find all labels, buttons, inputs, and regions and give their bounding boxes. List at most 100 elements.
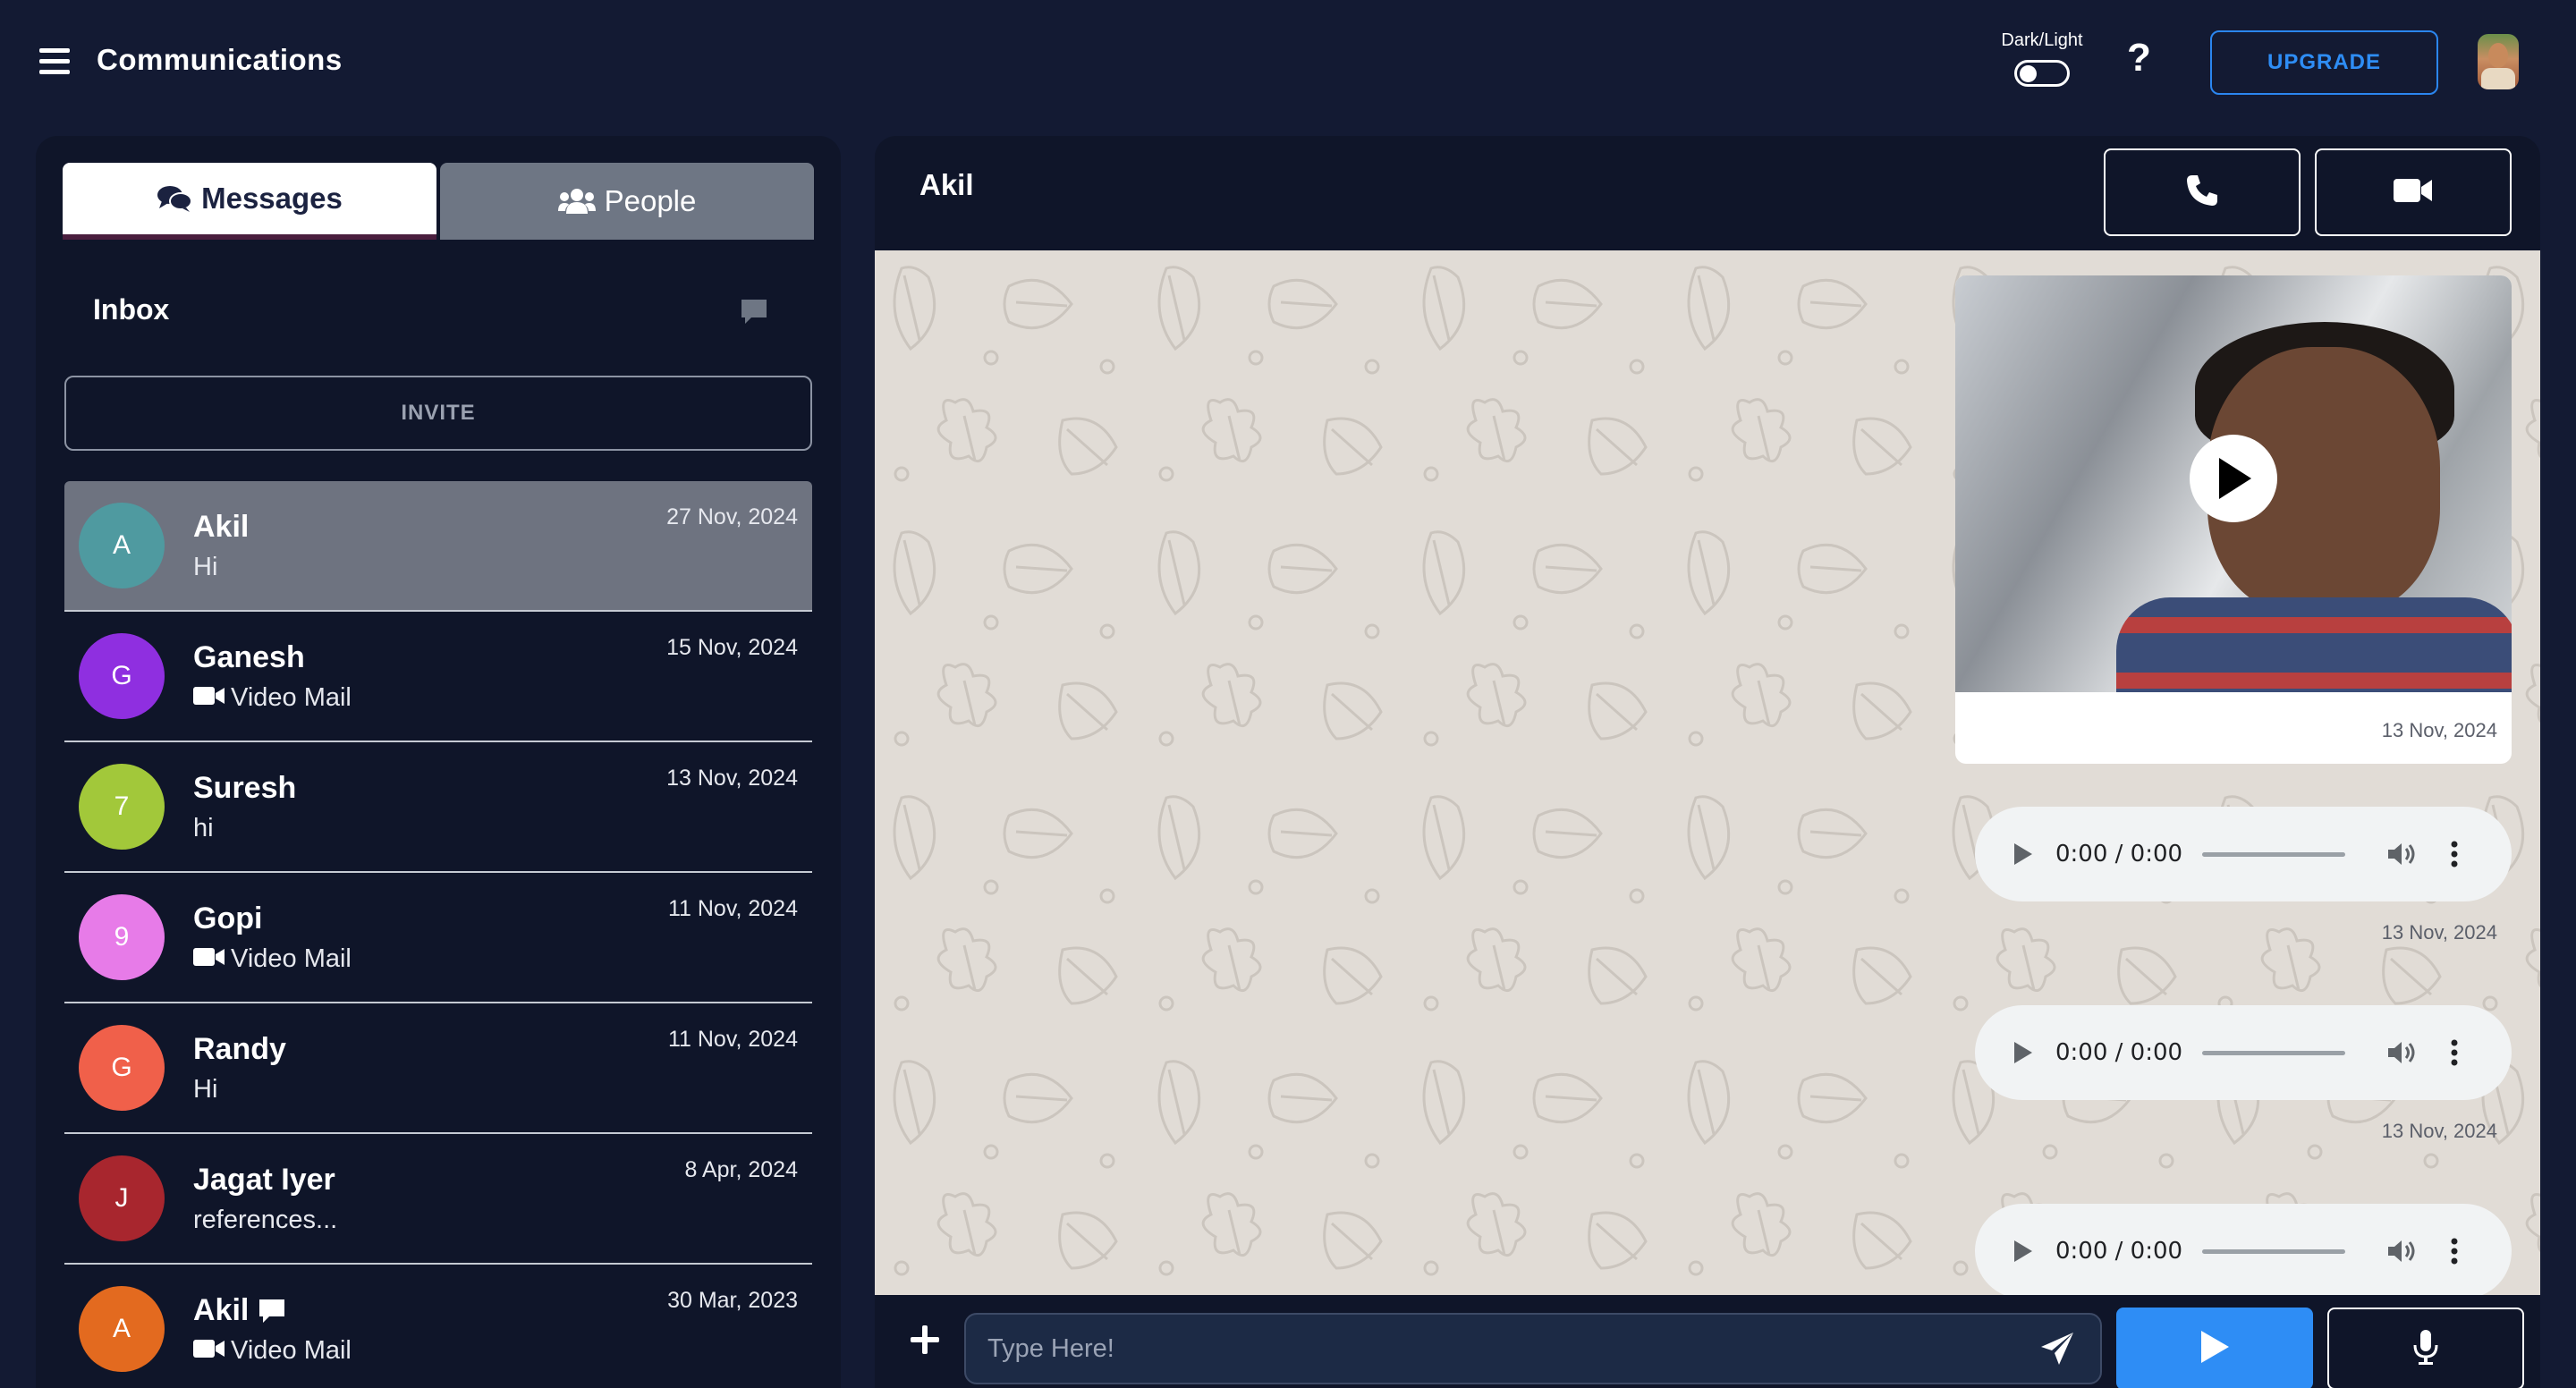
- chat-panel: Akil 13 Nov, 2024 0:00 / 0:00 13 Nov, 20…: [875, 136, 2540, 1388]
- volume-icon[interactable]: [2386, 841, 2417, 868]
- video-camera-icon: [193, 944, 225, 974]
- message-thread[interactable]: 13 Nov, 2024 0:00 / 0:00 13 Nov, 2024 0:…: [875, 250, 2540, 1295]
- message-input[interactable]: [964, 1313, 2102, 1384]
- more-options-icon[interactable]: [2451, 841, 2458, 868]
- phone-icon: [2185, 174, 2219, 212]
- message-preview: hi: [193, 814, 214, 842]
- message-preview: Video Mail: [193, 944, 352, 974]
- conversations-panel: Messages People Inbox INVITE A Akil Hi 2…: [36, 136, 841, 1388]
- invite-button[interactable]: INVITE: [64, 376, 812, 451]
- contact-name: Akil: [193, 510, 250, 544]
- audio-play-icon[interactable]: [2014, 1240, 2032, 1262]
- video-thumbnail[interactable]: [1955, 275, 2512, 692]
- chat-contact-name: Akil: [919, 168, 974, 201]
- upgrade-button[interactable]: UPGRADE: [2210, 30, 2438, 95]
- contact-avatar: A: [79, 1286, 165, 1372]
- inbox-heading: Inbox: [93, 293, 170, 326]
- theme-label: Dark/Light: [2001, 30, 2083, 50]
- tab-people-label: People: [604, 184, 697, 217]
- contact-avatar: 7: [79, 764, 165, 850]
- audio-progress-slider[interactable]: [2202, 851, 2345, 857]
- message-date: 11 Nov, 2024: [667, 1027, 798, 1052]
- contact-name: Jagat Iyer: [193, 1163, 335, 1197]
- tab-messages-label: Messages: [201, 182, 343, 215]
- play-icon[interactable]: [2190, 435, 2277, 522]
- message-date: 13 Nov, 2024: [666, 766, 798, 791]
- message-date: 30 Mar, 2023: [667, 1288, 798, 1313]
- hamburger-menu-icon[interactable]: [39, 48, 70, 75]
- video-camera-icon: [2394, 177, 2433, 208]
- contact-name: Suresh: [193, 771, 297, 805]
- audio-player: 0:00 / 0:00: [1975, 1204, 2512, 1295]
- contact-avatar: A: [79, 503, 165, 588]
- video-camera-icon: [193, 1336, 225, 1366]
- volume-icon[interactable]: [2386, 1039, 2417, 1066]
- audio-time: 0:00 / 0:00: [2055, 1238, 2183, 1265]
- message-preview: Hi: [193, 553, 218, 581]
- plus-icon[interactable]: [909, 1324, 941, 1356]
- tab-messages[interactable]: Messages: [63, 163, 436, 240]
- message-date: 15 Nov, 2024: [666, 635, 798, 660]
- video-call-button[interactable]: [2315, 148, 2512, 236]
- message-preview: Video Mail: [193, 1336, 352, 1366]
- chat-bubble-icon: [258, 1298, 286, 1325]
- message-timestamp: 13 Nov, 2024: [2381, 921, 2497, 944]
- top-bar: Communications Dark/Light ? UPGRADE: [0, 0, 2576, 125]
- conversation-list: A Akil Hi 27 Nov, 2024 G Ganesh Video Ma…: [64, 481, 812, 1388]
- conversation-item-ganesh[interactable]: G Ganesh Video Mail 15 Nov, 2024: [64, 612, 812, 742]
- play-icon: [2199, 1329, 2231, 1369]
- audio-player: 0:00 / 0:00: [1975, 807, 2512, 901]
- contact-name: Akil: [193, 1293, 286, 1328]
- message-preview: Video Mail: [193, 683, 352, 713]
- video-camera-icon: [193, 683, 225, 713]
- help-icon[interactable]: ?: [2127, 36, 2151, 80]
- message-preview: references...: [193, 1206, 338, 1234]
- theme-switch: Dark/Light: [1993, 30, 2091, 87]
- audio-time: 0:00 / 0:00: [2055, 841, 2183, 868]
- theme-toggle[interactable]: [2014, 60, 2070, 87]
- contact-avatar: G: [79, 633, 165, 719]
- conversation-item-randy[interactable]: G Randy Hi 11 Nov, 2024: [64, 1003, 812, 1134]
- message-preview: Hi: [193, 1075, 218, 1104]
- contact-avatar: J: [79, 1155, 165, 1241]
- send-button[interactable]: [2116, 1308, 2313, 1388]
- conversation-item-gopi[interactable]: 9 Gopi Video Mail 11 Nov, 2024: [64, 873, 812, 1003]
- video-message: 13 Nov, 2024: [1955, 275, 2512, 764]
- message-date: 8 Apr, 2024: [684, 1157, 798, 1182]
- voice-call-button[interactable]: [2104, 148, 2301, 236]
- audio-play-icon[interactable]: [2014, 1042, 2032, 1063]
- more-options-icon[interactable]: [2451, 1238, 2458, 1265]
- app-title: Communications: [97, 43, 343, 76]
- audio-play-icon[interactable]: [2014, 843, 2032, 865]
- message-date: 27 Nov, 2024: [666, 504, 798, 529]
- conversation-item-akil[interactable]: A Akil Hi 27 Nov, 2024: [64, 481, 812, 612]
- conversation-item-jagat-iyer[interactable]: J Jagat Iyer references... 8 Apr, 2024: [64, 1134, 812, 1265]
- audio-player: 0:00 / 0:00: [1975, 1005, 2512, 1100]
- message-composer: [875, 1295, 2540, 1388]
- user-avatar[interactable]: [2478, 34, 2519, 89]
- new-message-icon[interactable]: [739, 297, 771, 329]
- conversation-item-akil-2[interactable]: A Akil Video Mail 30 Mar, 2023: [64, 1265, 812, 1388]
- audio-progress-slider[interactable]: [2202, 1248, 2345, 1254]
- volume-icon[interactable]: [2386, 1238, 2417, 1265]
- contact-name: Randy: [193, 1032, 286, 1066]
- contact-avatar: G: [79, 1025, 165, 1111]
- contact-avatar: 9: [79, 894, 165, 980]
- paper-plane-icon[interactable]: [2039, 1331, 2075, 1367]
- comments-icon: [157, 184, 193, 213]
- message-timestamp: 13 Nov, 2024: [2381, 719, 2497, 741]
- chat-header: Akil: [875, 136, 2540, 250]
- message-date: 11 Nov, 2024: [667, 896, 798, 921]
- conversation-item-suresh[interactable]: 7 Suresh hi 13 Nov, 2024: [64, 742, 812, 873]
- microphone-icon: [2412, 1329, 2439, 1369]
- users-icon: [557, 188, 596, 215]
- message-timestamp: 13 Nov, 2024: [2381, 1120, 2497, 1142]
- audio-progress-slider[interactable]: [2202, 1050, 2345, 1055]
- record-audio-button[interactable]: [2327, 1308, 2524, 1388]
- contact-name: Ganesh: [193, 640, 305, 674]
- tab-people[interactable]: People: [440, 163, 814, 240]
- toggle-knob: [2020, 65, 2037, 82]
- contact-name: Gopi: [193, 901, 263, 935]
- more-options-icon[interactable]: [2451, 1039, 2458, 1066]
- audio-time: 0:00 / 0:00: [2055, 1039, 2183, 1066]
